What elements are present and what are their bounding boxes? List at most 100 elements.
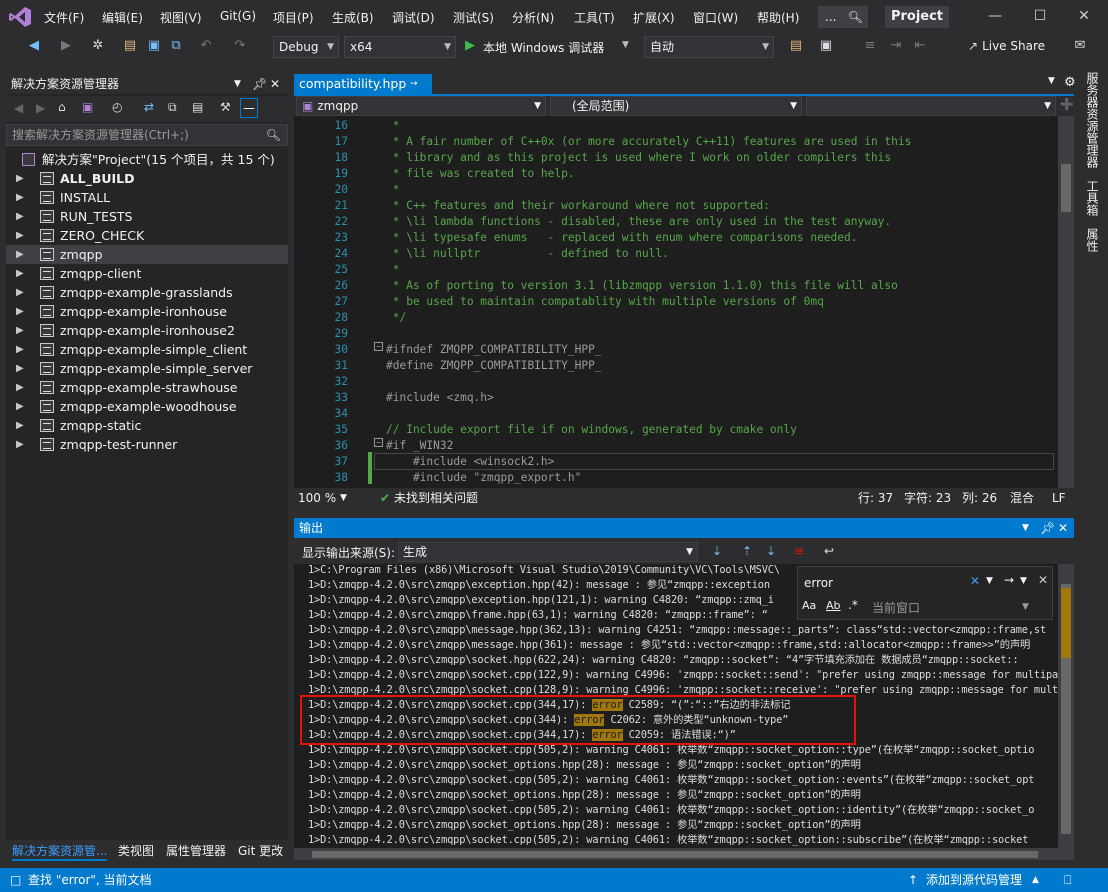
project-node[interactable]: ▶ zmqpp-example-simple_client [6, 340, 288, 359]
tab-class-view[interactable]: 类视图 [118, 842, 154, 859]
search-history-icon[interactable]: ▼ [986, 576, 993, 586]
debug-target-dropdown-icon[interactable]: ▼ [622, 40, 629, 50]
expand-icon[interactable]: ▶ [16, 302, 24, 321]
expand-icon[interactable]: ▶ [16, 321, 24, 340]
clear-search-icon[interactable]: ✕ [970, 574, 980, 588]
run-mode-select[interactable]: 自动 ▼ [644, 36, 774, 58]
expand-icon[interactable]: ▶ [16, 169, 24, 188]
panel-menu-icon[interactable]: ▼ [234, 74, 241, 94]
menu-item[interactable]: 窗口(W) [693, 9, 738, 26]
sync-icon[interactable]: ⇄ [144, 100, 154, 114]
project-node[interactable]: ▶ ZERO_CHECK [6, 226, 288, 245]
scope-dropdown-icon[interactable]: ▼ [1022, 602, 1029, 612]
project-node[interactable]: ▶ zmqpp-client [6, 264, 288, 283]
panel-menu-icon[interactable]: ▼ [1022, 518, 1029, 538]
menu-item[interactable]: 项目(P) [273, 9, 314, 26]
close-find-icon[interactable]: ✕ [1038, 573, 1048, 587]
new-item-icon[interactable]: ✲ [90, 38, 106, 54]
expand-icon[interactable]: ▶ [16, 245, 24, 264]
pin-icon[interactable]: 📌︎ [1040, 518, 1055, 538]
expand-icon[interactable]: ▶ [16, 340, 24, 359]
tabs-mode[interactable]: 混合 [1010, 488, 1034, 508]
live-share-button[interactable]: ↗ Live Share [968, 39, 1045, 53]
back-icon[interactable]: ◀ [14, 101, 23, 115]
back-icon[interactable]: ◀ [26, 38, 42, 54]
project-node[interactable]: ▶ zmqpp-example-strawhouse [6, 378, 288, 397]
home-icon[interactable]: ⌂ [58, 100, 66, 114]
menu-item[interactable]: 扩展(X) [633, 9, 675, 26]
switch-views-icon[interactable]: ▣ [82, 100, 93, 114]
menu-item[interactable]: Git(G) [220, 9, 256, 23]
split-editor-icon[interactable]: ➕ [1060, 98, 1074, 111]
expand-icon[interactable]: ▶ [16, 226, 24, 245]
server-explorer-tab[interactable]: 服务器资源管理器 [1084, 72, 1101, 168]
expand-icon[interactable]: ▶ [16, 397, 24, 416]
undo-icon[interactable]: ↶ [198, 38, 214, 54]
expand-icon[interactable]: ▶ [16, 264, 24, 283]
project-node[interactable]: ▶ zmqpp-example-ironhouse2 [6, 321, 288, 340]
expand-icon[interactable]: ▶ [16, 416, 24, 435]
add-to-source-control[interactable]: 添加到源代码管理 [926, 868, 1022, 892]
notifications-icon[interactable]: ⎕ [1064, 868, 1071, 892]
tab-pin-icon[interactable]: → [410, 74, 418, 94]
screenshot-icon[interactable]: ▣ [818, 38, 834, 54]
member-nav-select[interactable]: ▼ [806, 96, 1056, 116]
solution-node[interactable]: 解决方案"Project"(15 个项目，共 15 个) [6, 150, 288, 169]
line-ending[interactable]: LF [1052, 488, 1066, 508]
project-node[interactable]: ▶ zmqpp-example-simple_server [6, 359, 288, 378]
save-icon[interactable]: ▣ [146, 38, 162, 54]
minimize-icon[interactable]: — [985, 8, 1005, 26]
find-scope[interactable]: 当前窗口 [872, 599, 920, 616]
prev-message-icon[interactable]: ⇡ [742, 544, 752, 558]
menu-item[interactable]: 文件(F) [44, 9, 84, 26]
menu-item[interactable]: 分析(N) [512, 9, 554, 26]
project-node[interactable]: ▶ INSTALL [6, 188, 288, 207]
menu-item[interactable]: 视图(V) [160, 9, 202, 26]
outdent-icon[interactable]: ⇤ [912, 38, 928, 54]
menu-item[interactable]: 生成(B) [332, 9, 374, 26]
maximize-icon[interactable]: ☐ [1030, 8, 1050, 26]
issues-status[interactable]: 未找到相关问题 [394, 488, 478, 508]
panel-close-icon[interactable]: ✕ [270, 74, 280, 94]
whole-word-icon[interactable]: Ab [826, 599, 841, 612]
properties-tab[interactable]: 属性 [1084, 228, 1101, 252]
menu-item[interactable]: 编辑(E) [102, 9, 143, 26]
save-all-icon[interactable]: ⧉ [168, 38, 184, 54]
forward-icon[interactable]: ▶ [58, 38, 74, 54]
expand-icon[interactable]: ▶ [16, 435, 24, 454]
find-input[interactable]: error [802, 573, 982, 593]
code-editor[interactable]: 16 * 17 * A fair number of C++0x (or more… [294, 116, 1058, 488]
collapse-all-icon[interactable]: ⧉ [168, 100, 177, 115]
expand-icon[interactable]: ▶ [16, 359, 24, 378]
collapse-region-icon[interactable]: − [374, 342, 383, 351]
tab-property-manager[interactable]: 属性管理器 [166, 842, 226, 859]
platform-select[interactable]: x64 ▼ [344, 36, 456, 58]
pending-changes-icon[interactable]: ◴ [112, 100, 122, 114]
format-align-icon[interactable]: ≡ [862, 38, 878, 54]
match-case-icon[interactable]: Aa [802, 599, 816, 612]
output-horizontal-scrollbar[interactable] [294, 848, 1074, 860]
regex-icon[interactable]: .* [848, 598, 858, 612]
menu-item[interactable]: 工具(T) [574, 9, 615, 26]
project-node[interactable]: ▶ zmqpp-example-woodhouse [6, 397, 288, 416]
pin-icon[interactable]: 📌︎ [252, 74, 267, 94]
browse-folder-icon[interactable]: ▤ [788, 38, 804, 54]
project-node[interactable]: ▶ zmqpp-test-runner [6, 435, 288, 454]
project-node[interactable]: ▶ zmqpp-example-ironhouse [6, 302, 288, 321]
forward-icon[interactable]: ▶ [36, 101, 45, 115]
zoom-level[interactable]: 100 % [298, 488, 336, 508]
find-options-icon[interactable]: ▼ [1020, 576, 1027, 586]
indent-icon[interactable]: ⇥ [888, 38, 904, 54]
solution-explorer-search[interactable]: 搜索解决方案资源管理器(Ctrl+;) 🔍︎ [6, 124, 288, 146]
close-icon[interactable]: ✕ [1074, 8, 1094, 26]
zoom-dropdown-icon[interactable]: ▼ [340, 488, 347, 508]
expand-icon[interactable]: ▶ [16, 378, 24, 397]
feedback-icon[interactable]: ✉ [1072, 38, 1088, 54]
source-control-dropdown-icon[interactable]: ▲ [1032, 868, 1039, 892]
expand-icon[interactable]: ▶ [16, 188, 24, 207]
project-node[interactable]: ▶ zmqpp-example-grasslands [6, 283, 288, 302]
project-nav-select[interactable]: ▣ zmqpp ▼ [296, 96, 546, 116]
show-all-files-icon[interactable]: ▤ [192, 100, 203, 114]
preview-selected-icon[interactable]: — [240, 98, 258, 118]
next-message-icon[interactable]: ⇣ [766, 544, 776, 558]
